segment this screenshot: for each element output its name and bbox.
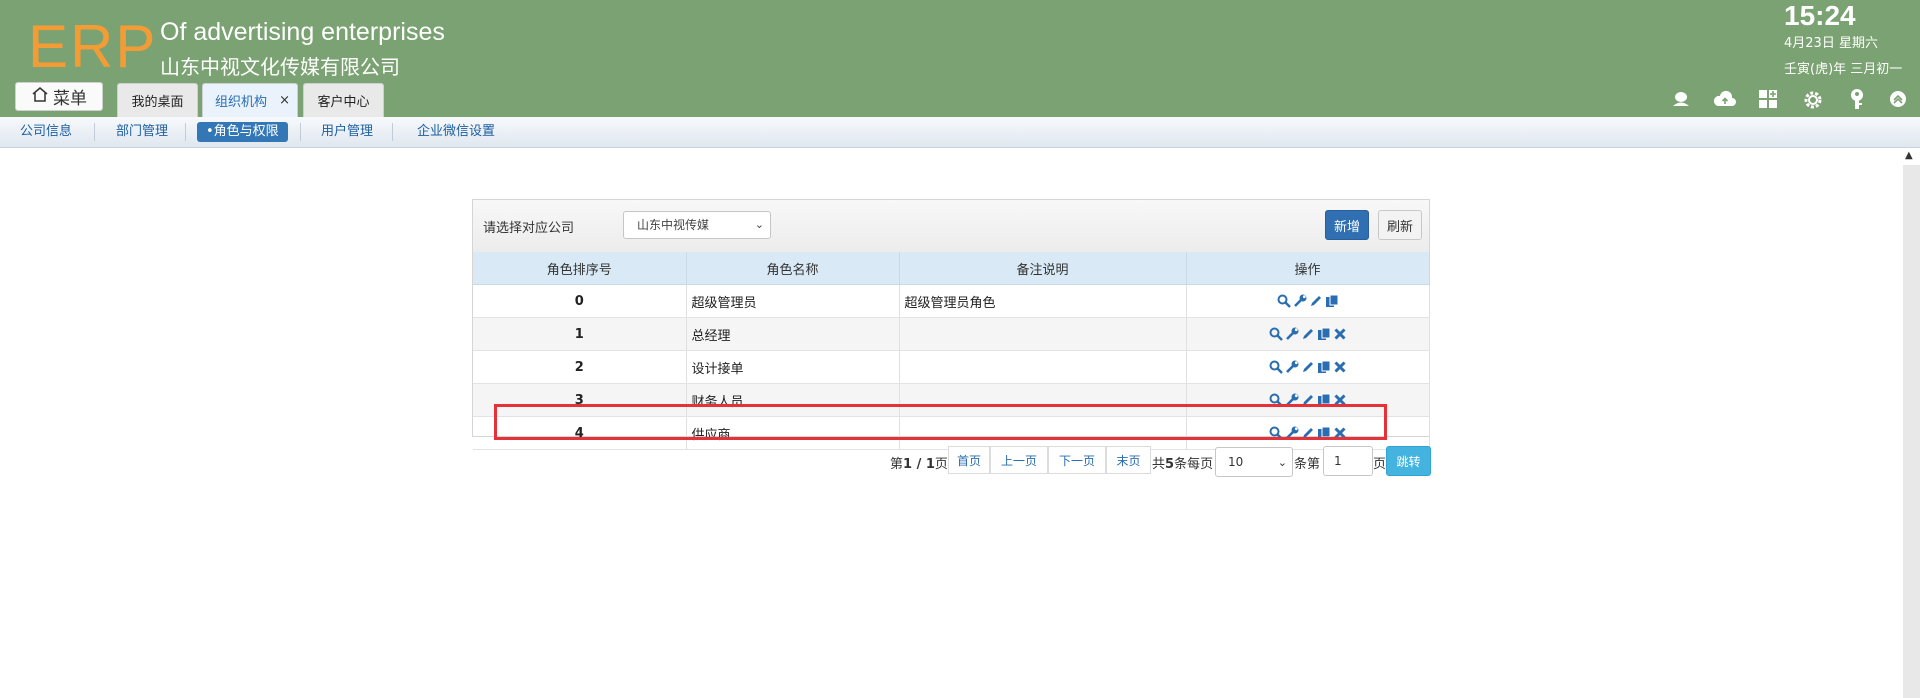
cell-role-name: 超级管理员 (686, 284, 900, 318)
page-separator: / (912, 457, 926, 472)
cell-actions (1186, 350, 1430, 384)
wrench-icon[interactable] (1293, 294, 1307, 308)
total-records: 共5条每页 (1152, 453, 1213, 472)
sub-navigation: 公司信息 部门管理 •角色与权限 用户管理 企业微信设置 (0, 117, 1920, 148)
column-header-name[interactable]: 角色名称 (686, 252, 900, 285)
collapse-icon[interactable] (1889, 90, 1907, 112)
goto-suffix: 页 (1373, 457, 1387, 472)
cell-actions (1186, 317, 1430, 351)
prev-page-button[interactable]: 上一页 (990, 446, 1048, 474)
cell-order: 0 (473, 284, 687, 318)
first-page-button[interactable]: 首页 (948, 446, 990, 474)
page-info-prefix: 第 (890, 457, 904, 472)
highlight-box (494, 404, 1387, 440)
page-size-select[interactable]: 10 ⌄ (1215, 447, 1293, 477)
vertical-scrollbar[interactable] (1903, 165, 1920, 698)
erp-logo: ERP (28, 13, 158, 80)
table-row[interactable]: 2 设计接单 (473, 350, 1430, 384)
user-icon[interactable] (1670, 89, 1692, 113)
tab-label: 客户中心 (317, 95, 370, 110)
divider (185, 123, 186, 141)
clock-date: 4月23日 星期六 (1784, 36, 1878, 51)
subnav-company-info[interactable]: 公司信息 (20, 122, 72, 142)
subnav-users[interactable]: 用户管理 (321, 122, 373, 142)
company-name-cn: 山东中视文化传媒有限公司 (160, 55, 400, 79)
chevron-down-icon: ⌄ (1277, 456, 1287, 469)
tab-label: 我的桌面 (131, 95, 184, 110)
wrench-icon[interactable] (1285, 327, 1299, 341)
key-icon[interactable] (1847, 88, 1867, 114)
copy-icon[interactable] (1325, 294, 1339, 308)
cell-role-name: 设计接单 (686, 350, 900, 384)
goto-page-input[interactable]: 1 (1323, 446, 1373, 476)
app-header: ERP Of advertising enterprises 山东中视文化传媒有… (0, 0, 1920, 117)
menu-label: 菜单 (53, 89, 87, 109)
add-role-button[interactable]: 新增 (1325, 210, 1369, 240)
settings-icon[interactable] (1802, 89, 1824, 115)
search-icon[interactable] (1269, 360, 1283, 374)
company-name-en: Of advertising enterprises (160, 18, 445, 46)
delete-icon[interactable] (1333, 360, 1347, 374)
subnav-roles-permissions[interactable]: •角色与权限 (197, 122, 288, 142)
roles-panel: 请选择对应公司 山东中视传媒 ⌄ 新增 刷新 角色排序号 角色名称 备注说明 操… (472, 199, 1430, 450)
home-icon (31, 86, 49, 107)
cell-actions (1186, 284, 1430, 318)
column-header-note[interactable]: 备注说明 (899, 252, 1187, 285)
page-info-suffix: 页 (934, 457, 948, 472)
divider (94, 123, 95, 141)
subnav-wecom-settings[interactable]: 企业微信设置 (417, 122, 495, 142)
wrench-icon[interactable] (1285, 360, 1299, 374)
column-header-actions: 操作 (1186, 252, 1430, 285)
page-size-value: 10 (1228, 455, 1244, 469)
divider (392, 123, 393, 141)
total-count: 5 (1165, 457, 1175, 472)
search-icon[interactable] (1269, 327, 1283, 341)
tab-label: 组织机构 (214, 95, 267, 110)
page-info: 第1 / 1页 (890, 453, 948, 472)
delete-icon[interactable] (1333, 327, 1347, 341)
cell-order: 2 (473, 350, 687, 384)
pencil-icon[interactable] (1301, 327, 1315, 341)
table-row[interactable]: 0 超级管理员 超级管理员角色 (473, 284, 1430, 318)
total-pages: 1 (925, 457, 935, 472)
menu-button[interactable]: 菜单 (15, 82, 103, 111)
total-suffix: 条每页 (1174, 457, 1214, 472)
table-header-row: 角色排序号 角色名称 备注说明 操作 (473, 252, 1430, 285)
refresh-button[interactable]: 刷新 (1378, 210, 1422, 240)
jump-button[interactable]: 跳转 (1386, 446, 1431, 476)
cell-role-name: 总经理 (686, 317, 900, 351)
scroll-up-arrow[interactable]: ▲ (1905, 150, 1913, 161)
panel-toolbar: 请选择对应公司 山东中视传媒 ⌄ 新增 刷新 (473, 200, 1429, 253)
cloud-icon[interactable] (1713, 89, 1737, 113)
apps-icon[interactable] (1757, 88, 1779, 114)
goto-prefix: 条第 (1294, 457, 1321, 472)
company-select-value: 山东中视传媒 (637, 218, 710, 232)
cell-order: 1 (473, 317, 687, 351)
tab-organization[interactable]: 组织机构 × (202, 83, 298, 117)
subnav-department[interactable]: 部门管理 (116, 122, 168, 142)
company-select-label: 请选择对应公司 (483, 221, 575, 236)
tab-desktop[interactable]: 我的桌面 (117, 83, 198, 117)
tab-customer-center[interactable]: 客户中心 (303, 83, 384, 117)
cell-note (899, 350, 1187, 384)
cell-note: 超级管理员角色 (899, 284, 1187, 318)
copy-icon[interactable] (1317, 360, 1331, 374)
close-icon[interactable]: × (279, 93, 290, 108)
clock-time: 15:24 (1784, 0, 1856, 31)
divider (300, 123, 301, 141)
clock-lunar-date: 壬寅(虎)年 三月初一 (1784, 62, 1903, 77)
pencil-icon[interactable] (1301, 360, 1315, 374)
next-page-button[interactable]: 下一页 (1048, 446, 1106, 474)
chevron-down-icon: ⌄ (754, 218, 764, 231)
column-header-order[interactable]: 角色排序号 (473, 252, 687, 285)
pencil-icon[interactable] (1309, 294, 1323, 308)
current-page: 1 (903, 457, 913, 472)
company-select[interactable]: 山东中视传媒 ⌄ (623, 211, 771, 239)
cell-note (899, 317, 1187, 351)
search-icon[interactable] (1277, 294, 1291, 308)
last-page-button[interactable]: 末页 (1106, 446, 1151, 474)
table-row[interactable]: 1 总经理 (473, 317, 1430, 351)
copy-icon[interactable] (1317, 327, 1331, 341)
total-prefix: 共 (1152, 457, 1166, 472)
